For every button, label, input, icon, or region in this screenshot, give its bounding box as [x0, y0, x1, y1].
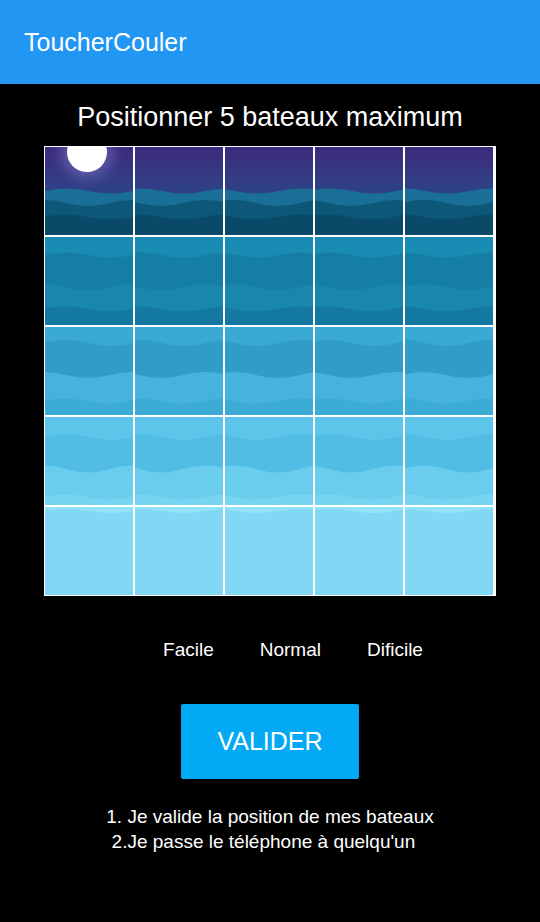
board-cell[interactable]: [45, 507, 133, 595]
board-cell[interactable]: [135, 237, 223, 325]
board-cell[interactable]: [45, 417, 133, 505]
board-cell[interactable]: [225, 237, 313, 325]
instruction-step: 1. Je valide la position de mes bateaux: [106, 804, 433, 829]
board-cell[interactable]: [315, 327, 403, 415]
instructions: 1. Je valide la position de mes bateaux …: [106, 804, 433, 854]
instruction-title: Positionner 5 bateaux maximum: [0, 100, 540, 134]
difficulty-option[interactable]: Normal: [260, 638, 321, 662]
board-cell[interactable]: [315, 507, 403, 595]
game-board[interactable]: [44, 146, 496, 596]
difficulty-option[interactable]: Facile: [163, 638, 214, 662]
board-cell[interactable]: [315, 417, 403, 505]
board-cell[interactable]: [135, 507, 223, 595]
board-cell[interactable]: [135, 147, 223, 235]
difficulty-options: Facile Normal Dificile: [0, 638, 540, 662]
board-cell[interactable]: [225, 147, 313, 235]
board-cell[interactable]: [225, 327, 313, 415]
board-cell[interactable]: [225, 507, 313, 595]
board-cell[interactable]: [45, 237, 133, 325]
board-cell[interactable]: [135, 327, 223, 415]
difficulty-option[interactable]: Dificile: [367, 638, 423, 662]
board-cell[interactable]: [405, 147, 493, 235]
instruction-step: 2.Je passe le téléphone à quelqu'un: [106, 829, 433, 854]
board-cell[interactable]: [45, 327, 133, 415]
board-cell[interactable]: [315, 237, 403, 325]
app-title: ToucherCouler: [24, 28, 187, 57]
board-cell[interactable]: [135, 417, 223, 505]
board-cell[interactable]: [315, 147, 403, 235]
board-cell[interactable]: [405, 507, 493, 595]
board-cell[interactable]: [405, 237, 493, 325]
app-bar: ToucherCouler: [0, 0, 540, 84]
validate-button[interactable]: VALIDER: [181, 704, 359, 779]
board-cell[interactable]: [45, 147, 133, 235]
board-cell[interactable]: [405, 327, 493, 415]
board-cell[interactable]: [225, 417, 313, 505]
board-cell[interactable]: [405, 417, 493, 505]
